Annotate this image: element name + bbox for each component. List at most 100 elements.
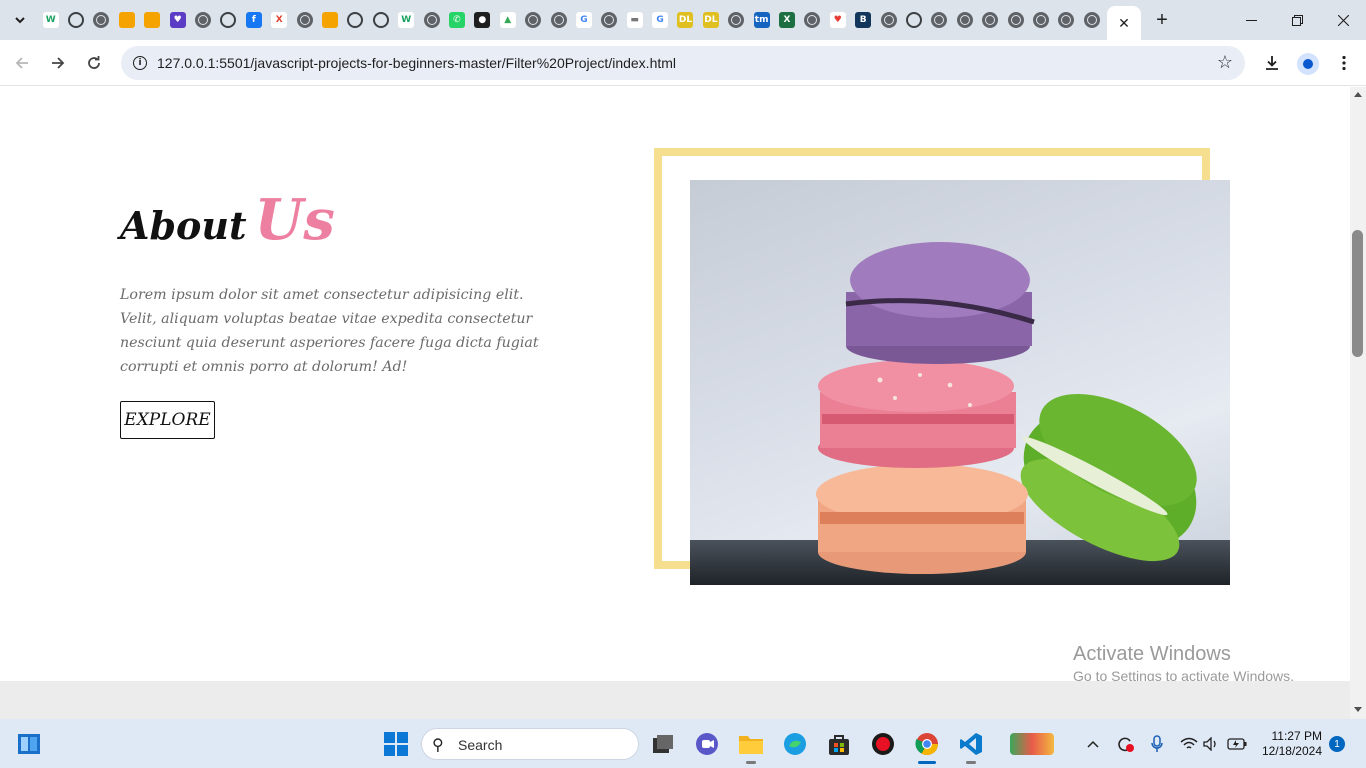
chrome-menu-button[interactable]	[1330, 49, 1358, 77]
browser-tab[interactable]: ▬	[622, 8, 647, 32]
warning-icon	[144, 12, 161, 28]
browser-tab[interactable]: W	[393, 8, 418, 32]
show-hidden-icons-button[interactable]	[1082, 719, 1104, 768]
browser-tab[interactable]	[546, 8, 571, 32]
taskbar-search[interactable]: ⚲ Search	[421, 728, 1054, 760]
widgets-button[interactable]	[16, 731, 42, 757]
browser-tab[interactable]	[114, 8, 139, 32]
browser-tab[interactable]	[724, 8, 749, 32]
file-explorer-running-indicator	[746, 761, 756, 764]
store-button[interactable]	[826, 731, 852, 757]
notification-badge[interactable]: 1	[1329, 736, 1345, 752]
address-bar[interactable]: i 127.0.0.1:5501/javascript-projects-for…	[121, 46, 1245, 80]
macarons-illustration	[690, 242, 1230, 585]
heart-badge-icon: ♥	[169, 12, 186, 28]
network-button[interactable]	[1178, 719, 1200, 768]
recorder-button[interactable]	[870, 731, 896, 757]
profile-avatar[interactable]	[1297, 53, 1319, 75]
browser-tab[interactable]	[927, 8, 952, 32]
chrome-taskbar-button[interactable]	[914, 731, 940, 757]
globe-icon	[880, 12, 897, 28]
scroll-down-arrow-icon[interactable]	[1354, 707, 1362, 712]
file-explorer-button[interactable]	[738, 731, 764, 757]
browser-tab[interactable]: f	[241, 8, 266, 32]
edge-button[interactable]	[782, 731, 808, 757]
task-view-button[interactable]	[650, 731, 676, 757]
browser-tab[interactable]: G	[647, 8, 672, 32]
reload-button[interactable]	[80, 49, 108, 77]
browser-tab[interactable]: DL	[673, 8, 698, 32]
restore-button[interactable]	[1274, 0, 1320, 40]
globe-icon	[423, 12, 440, 28]
scroll-thumb[interactable]	[1352, 230, 1363, 357]
browser-tab[interactable]	[216, 8, 241, 32]
scroll-up-arrow-icon[interactable]	[1354, 92, 1362, 97]
volume-button[interactable]	[1200, 719, 1222, 768]
browser-tab[interactable]	[317, 8, 342, 32]
browser-tab[interactable]	[597, 8, 622, 32]
browser-tab[interactable]	[292, 8, 317, 32]
browser-tab[interactable]: ✆	[444, 8, 469, 32]
page-scrollbar[interactable]	[1350, 87, 1366, 719]
vscode-icon	[960, 733, 982, 755]
new-tab-button[interactable]: +	[1150, 8, 1174, 32]
browser-tab[interactable]	[876, 8, 901, 32]
google-icon: G	[575, 12, 592, 28]
globe-icon	[525, 12, 542, 28]
browser-tab[interactable]: ●	[470, 8, 495, 32]
browser-tab[interactable]: W	[38, 8, 63, 32]
browser-tab[interactable]: DL	[698, 8, 723, 32]
browser-tab[interactable]	[1028, 8, 1053, 32]
browser-tab[interactable]: tm	[749, 8, 774, 32]
browser-tab[interactable]	[63, 8, 88, 32]
start-button[interactable]	[383, 731, 409, 757]
globe-icon	[1007, 12, 1024, 28]
globe-icon	[931, 12, 948, 28]
globe-icon	[1032, 12, 1049, 28]
browser-tab[interactable]: X	[774, 8, 799, 32]
clock[interactable]: 11:27 PM 12/18/2024	[1256, 729, 1322, 759]
browser-tab[interactable]: ▲	[495, 8, 520, 32]
browser-tab[interactable]	[520, 8, 545, 32]
url-text[interactable]: 127.0.0.1:5501/javascript-projects-for-b…	[157, 55, 676, 71]
close-window-button[interactable]	[1320, 0, 1366, 40]
browser-tab[interactable]	[419, 8, 444, 32]
browser-tab[interactable]	[368, 8, 393, 32]
site-info-button[interactable]: i	[129, 52, 151, 74]
folder-icon	[739, 736, 763, 754]
browser-tab[interactable]	[901, 8, 926, 32]
browser-tab[interactable]	[1079, 8, 1104, 32]
microphone-button[interactable]	[1146, 719, 1168, 768]
forward-button[interactable]	[44, 49, 72, 77]
minimize-button[interactable]	[1228, 0, 1274, 40]
browser-tab[interactable]	[952, 8, 977, 32]
browser-tab[interactable]	[343, 8, 368, 32]
close-tab-icon[interactable]: ✕	[1118, 15, 1130, 32]
browser-tab[interactable]: ♥	[825, 8, 850, 32]
browser-tab[interactable]	[140, 8, 165, 32]
chrome-icon	[372, 12, 389, 28]
browser-tab[interactable]	[1054, 8, 1079, 32]
store-icon	[829, 735, 849, 755]
downloads-button[interactable]	[1258, 49, 1286, 77]
browser-tab[interactable]	[89, 8, 114, 32]
download-icon	[1266, 56, 1278, 70]
explore-button[interactable]: EXPLORE	[120, 401, 215, 439]
browser-tab[interactable]	[190, 8, 215, 32]
active-tab[interactable]: ✕	[1107, 6, 1141, 40]
browser-tab[interactable]	[800, 8, 825, 32]
browser-tab[interactable]: ♥	[165, 8, 190, 32]
browser-tab[interactable]: X	[267, 8, 292, 32]
vscode-button[interactable]	[958, 731, 984, 757]
bookmark-star-icon[interactable]: ☆	[1217, 52, 1233, 73]
tab-search-button[interactable]	[8, 8, 32, 32]
browser-tab[interactable]	[977, 8, 1002, 32]
back-button[interactable]	[8, 49, 36, 77]
browser-tab[interactable]: B	[851, 8, 876, 32]
sync-status-button[interactable]	[1114, 719, 1136, 768]
browser-tab[interactable]	[1003, 8, 1028, 32]
battery-button[interactable]	[1226, 719, 1248, 768]
tm-icon: tm	[753, 12, 770, 28]
browser-tab[interactable]: G	[571, 8, 596, 32]
teams-button[interactable]	[694, 731, 720, 757]
